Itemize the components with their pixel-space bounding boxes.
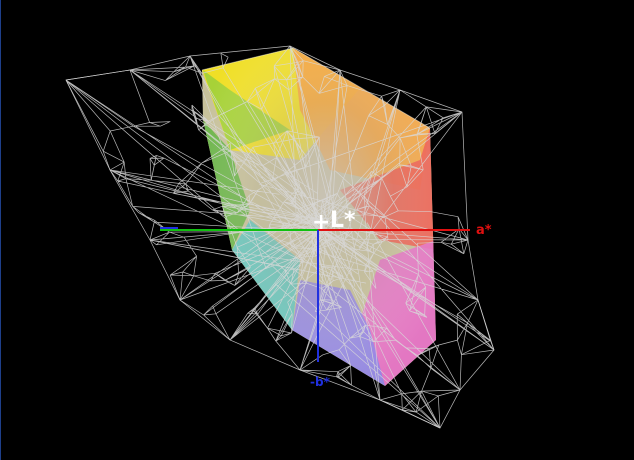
gamut-3d-view: + L* a* -b* bbox=[65, 45, 495, 429]
l-axis-label: L* bbox=[330, 208, 356, 233]
b-axis-label: -b* bbox=[310, 375, 331, 389]
a-axis-label: a* bbox=[476, 223, 492, 238]
plus-sign: + bbox=[312, 210, 330, 235]
